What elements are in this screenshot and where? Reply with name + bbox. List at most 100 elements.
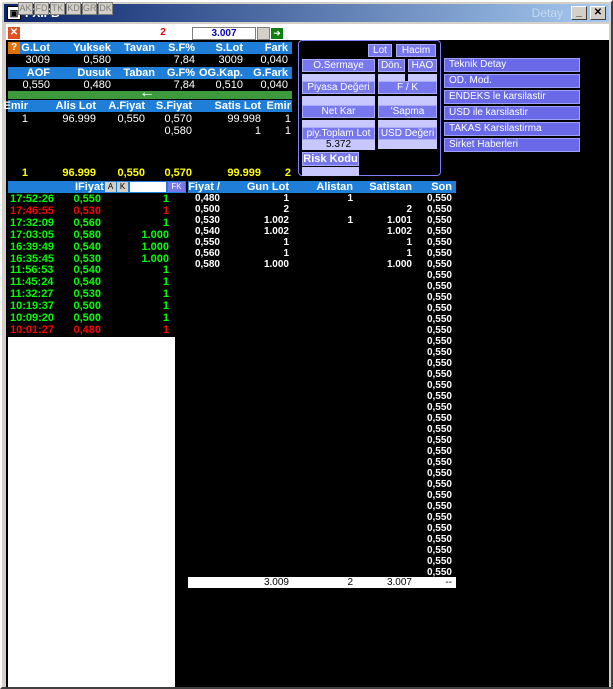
trade-price: 0,540 [73,240,101,253]
row2h-cell: Dusuk [77,67,111,79]
ordrows-cell: 96.999 [62,113,96,125]
tab-kd[interactable]: KD [66,2,81,15]
fundamentals-panel: Lot Hacim O.Sermaye Dön. HAO Piyasa Değe… [298,40,441,176]
row1v-cell: 3009 [25,54,50,66]
right-menu-item[interactable]: Teknik Detay [444,58,580,72]
right-menu-item[interactable]: Sirket Haberleri [444,138,580,152]
trade-price: 0,540 [73,264,101,277]
help-icon[interactable]: ? [8,42,20,54]
ordh-cell: A.Fiyat [108,100,145,112]
trade-time: 10:01:27 [10,323,55,336]
ordtot-cell: 0,550 [117,167,145,179]
close-icon[interactable]: ✕ [590,6,606,20]
trades-k-button[interactable]: K [117,182,128,192]
tab-fd[interactable]: FD [34,2,49,15]
trade-time: 11:32:27 [10,288,54,301]
ordh-cell: Emir [266,100,291,112]
depth-header-cell: Gun Lot [246,181,289,193]
depth-header-cell: Fiyat / [188,181,220,193]
son-cell: 0,550 [426,226,452,237]
depth-cell: 1 [347,215,353,226]
trade-time: 11:45:24 [10,276,54,289]
ordrows-cell: 1 [21,113,28,125]
son-cell: 0,550 [426,402,452,413]
trade-price: 0,550 [73,193,101,205]
depth-cell: 2 [283,204,289,215]
depth-header-cell: Alistan [316,181,353,193]
don-button[interactable]: Dön. [378,59,405,72]
toolbar-strip [6,24,609,40]
left-arrow-icon: ← [139,84,155,101]
ordtot-cell: 96.999 [62,167,96,179]
depth-cell: 1 [283,248,289,259]
tab-dk[interactable]: DK [98,2,113,15]
trades-filter-input[interactable] [130,182,166,192]
close-tab-icon[interactable]: ✕ [8,27,20,39]
right-menu-item[interactable]: TAKAS Karsilastirma [444,122,580,136]
right-menu-item[interactable]: USD ile karsilastir [444,106,580,120]
son-cell: 0,550 [426,281,452,292]
sapma-button[interactable]: 'Sapma [378,105,437,118]
risk-kodu-field [302,167,359,176]
row2h-cell: G.Fark [253,67,288,79]
usd-degeri-button[interactable]: USD Değeri [378,127,437,140]
son-cell: 0,550 [426,259,452,270]
trade-lot: 1 [162,312,169,324]
son-cell: 0,550 [426,204,452,215]
trade-time: 16:35:45 [10,252,55,265]
ordrows-cell: 1 [284,125,291,137]
row1h-cell: Tavan [124,42,155,54]
depth-cell: 1 [347,193,353,204]
son-cell: 0,550 [426,534,452,545]
depth-cell: 1 [283,237,289,248]
son-cell: 0,550 [426,413,452,424]
tab-gr[interactable]: GR [82,2,97,15]
son-cell: 0,550 [426,314,452,325]
trade-lot: 1 [162,288,169,301]
son-cell: 0,550 [426,336,452,347]
depth-total-cell: 3.009 [263,577,289,588]
row1v-cell: 3009 [218,54,243,66]
lot-button[interactable]: Lot [368,44,392,57]
son-cell: 0,550 [426,347,452,358]
depth-cell: 1.000 [386,259,412,270]
row2v-cell: 7,84 [173,79,195,91]
son-cell: 0,550 [426,479,452,490]
risk-kodu-button[interactable]: Risk Kodu [302,152,359,166]
depth-cell: 0,540 [194,226,220,237]
depth-cell: 1.002 [386,226,412,237]
son-cell: 0,550 [426,380,452,391]
net-kar-button[interactable]: Net Kar [302,105,375,118]
fk-field [378,96,437,105]
depth-header-cell: Satistan [369,181,412,193]
row1v-cell: 7,84 [173,54,195,66]
son-cell: 0,550 [426,512,452,523]
hao-button[interactable]: HAO [408,59,437,72]
minimize-icon[interactable]: _ [571,6,587,20]
price-input[interactable]: 3.007 [192,27,256,40]
row1v-cell: 0,580 [83,54,111,66]
trade-lot: 1.000 [141,228,169,241]
o-sermaye-button[interactable]: O.Sermaye [302,59,375,72]
tab-ak[interactable]: AK [18,2,33,15]
right-menu-item[interactable]: OD. Mod. [444,74,580,88]
fk-ratio-button[interactable]: F / K [378,81,437,94]
hacim-button[interactable]: Hacim [396,44,436,57]
row1h-cell: G.Lot [21,42,50,54]
trades-a-button[interactable]: A [105,182,116,192]
price-spin-box[interactable] [257,27,270,40]
right-menu-item[interactable]: ENDEKS le karsilastir [444,90,580,104]
tab-tk[interactable]: TK [50,2,65,15]
ordrows-cell: 1 [284,113,291,125]
piy-toplam-lot-value: 5.372 [302,140,375,150]
depth-cell: 1 [406,248,412,259]
trade-price: 0,500 [73,312,101,324]
piyasa-degeri-button[interactable]: Piyasa Değeri [302,81,375,94]
trade-price: 0,530 [73,288,101,301]
trade-price: 0,540 [73,276,101,289]
depth-totals-row [188,577,456,588]
go-arrow-icon[interactable]: ➜ [271,28,283,39]
trades-fk-button[interactable]: FK [168,182,185,192]
son-cell: 0,550 [426,556,452,567]
trade-time: 16:39:49 [10,240,55,253]
